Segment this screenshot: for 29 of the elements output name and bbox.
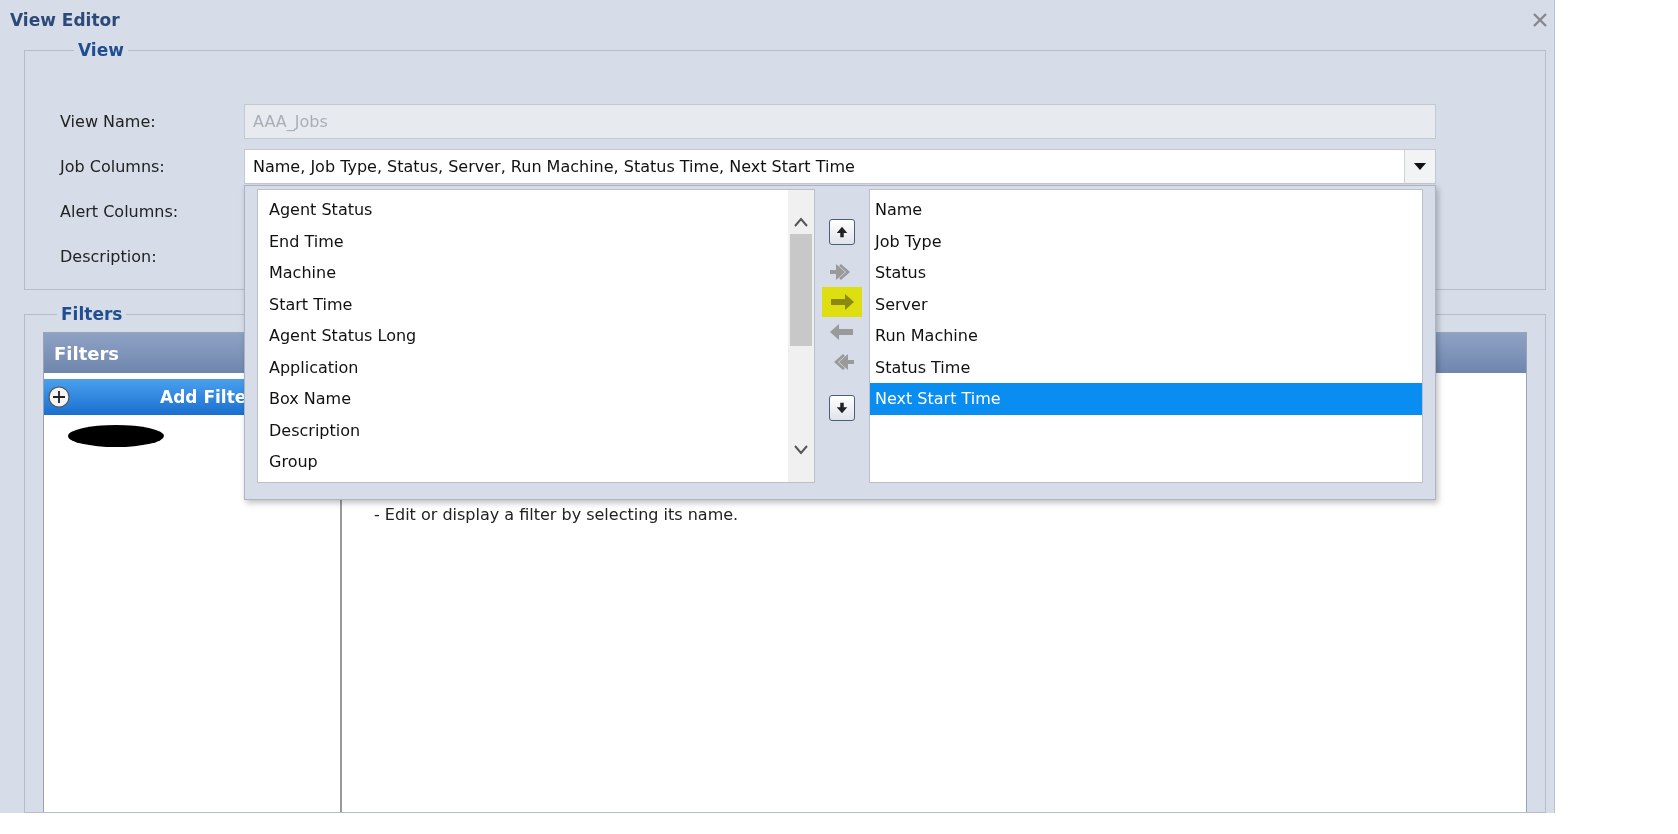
down-arrow-icon [835,401,849,415]
add-arrow-button[interactable] [822,287,862,317]
field-label: Description: [60,247,158,266]
field-label: Alert Columns: [60,202,180,221]
move-down-button[interactable] [829,395,855,421]
help-text: - Edit or display a filter by selecting its name. [374,505,739,524]
group-legend: Filters [57,304,127,324]
list-item[interactable]: End Time [258,225,788,257]
chevron-down-icon[interactable] [793,444,809,456]
plus-icon [48,386,70,408]
window-title: View Editor [10,10,120,30]
list-item[interactable]: Group [258,446,788,478]
group-legend: View [74,40,128,60]
move-up-button[interactable] [829,219,855,245]
list-item[interactable]: Name [870,194,1422,226]
chevron-up-icon[interactable] [793,216,809,228]
list-item[interactable]: Agent Status [258,194,788,226]
up-arrow-icon [835,225,849,239]
field-label: View Name: [60,112,157,131]
field-label: Job Columns: [60,157,166,176]
list-item[interactable]: Job Type [870,225,1422,257]
list-item[interactable]: Status [870,257,1422,289]
close-icon[interactable] [1532,12,1548,28]
job-columns-dropdown[interactable]: Name, Job Type, Status, Server, Run Machine, Status Time, Next Start Time [244,149,1436,184]
scrollbar[interactable] [788,190,814,482]
list-item[interactable]: Start Time [258,288,788,320]
list-item[interactable]: Description [258,414,788,446]
list-item[interactable]: Server [870,288,1422,320]
list-item[interactable]: Machine [258,257,788,289]
